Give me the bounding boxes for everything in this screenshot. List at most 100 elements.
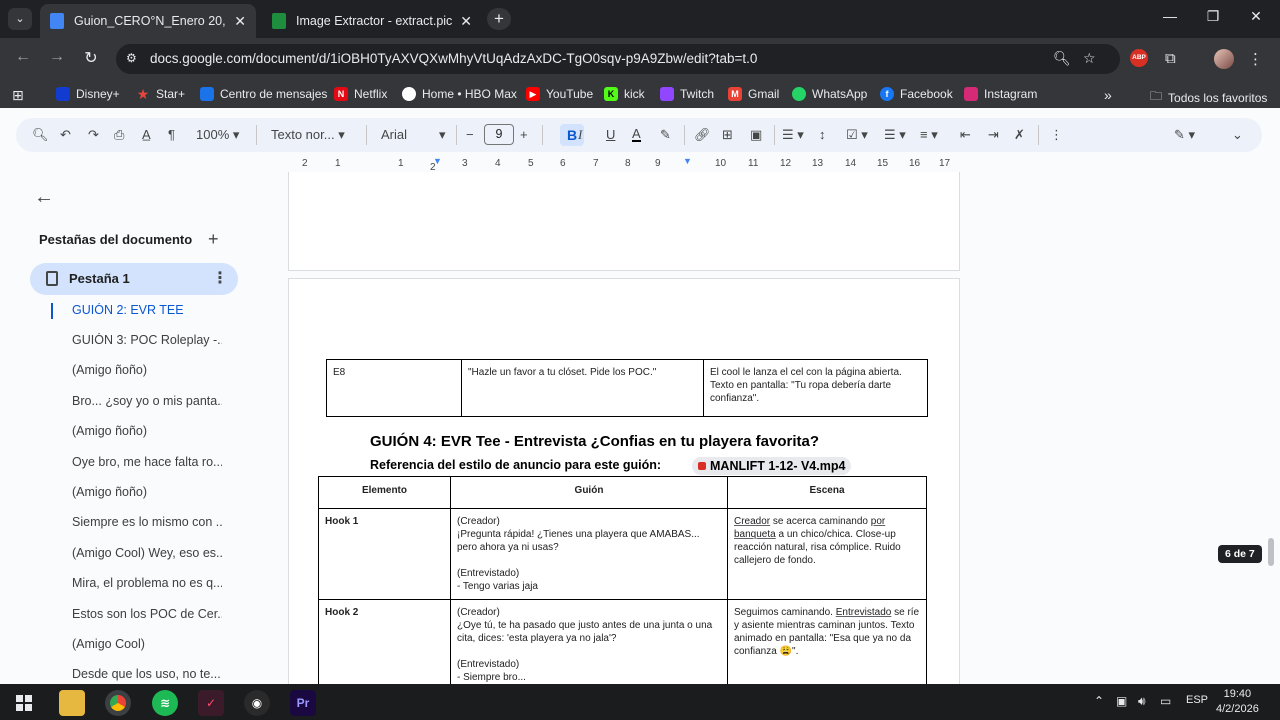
spotify-icon[interactable]: ≋ [152, 690, 178, 716]
table-cell-guion[interactable]: (Creador) ¡Pregunta rápida! ¿Tienes una … [450, 508, 728, 600]
bookmark-kick[interactable]: Kkick [604, 87, 645, 101]
adblock-extension-icon[interactable]: ABP [1130, 49, 1148, 67]
apps-grid-icon[interactable]: ⊞ [12, 87, 24, 104]
text-color-icon[interactable]: A [632, 127, 641, 142]
outline-item[interactable]: (Amigo Cool) Wey, eso es... [72, 546, 222, 560]
bookmark-star[interactable]: ★ Star+ [136, 87, 185, 101]
font-select[interactable]: Arial ▾ [381, 127, 446, 143]
site-info-icon[interactable]: ⚙ [126, 51, 140, 65]
increase-indent-icon[interactable]: ⇥ [988, 127, 999, 143]
bulleted-list-icon[interactable]: ☰ ▾ [884, 127, 906, 143]
add-comment-icon[interactable]: ⊞ [722, 127, 733, 143]
close-outline-icon[interactable]: ← [34, 186, 54, 209]
redo-icon[interactable]: ↷ [88, 127, 99, 143]
underline-button[interactable]: U [606, 127, 615, 142]
chrome-icon[interactable] [105, 690, 131, 716]
outline-item[interactable]: Estos son los POC de Cer... [72, 607, 222, 621]
search-menus-icon[interactable]: 🔍︎ [32, 127, 49, 143]
scrollbar-thumb[interactable] [1268, 538, 1274, 566]
tab-search-button[interactable]: ⌄ [8, 8, 32, 30]
outline-item[interactable]: (Amigo Cool) [72, 637, 222, 651]
back-icon[interactable]: ← [12, 48, 34, 66]
increase-font-icon[interactable]: + [520, 127, 528, 142]
tab-options-icon[interactable]: ⋮ [212, 268, 228, 288]
outline-item[interactable]: Desde que los uso, no te... [72, 667, 222, 681]
undo-icon[interactable]: ↶ [60, 127, 71, 143]
app-icon[interactable]: ✓ [198, 690, 224, 716]
highlight-icon[interactable]: ✎ [660, 127, 671, 143]
outline-item[interactable]: (Amigo ñoño) [72, 363, 222, 377]
outline-item[interactable]: (Amigo ñoño) [72, 424, 222, 438]
browser-menu-icon[interactable]: ⋮ [1248, 50, 1263, 68]
address-bar[interactable]: ⚙ docs.google.com/document/d/1iOBH0TyAXV… [116, 44, 1120, 74]
all-bookmarks-folder[interactable]: 🗀 Todos los favoritos [1150, 87, 1267, 108]
search-icon[interactable]: 🔍︎ [1053, 50, 1071, 67]
align-icon[interactable]: ☰ ▾ [782, 127, 804, 143]
insert-link-icon[interactable]: 🔗︎ [694, 127, 711, 143]
spellcheck-icon[interactable]: A̲ [142, 127, 151, 142]
numbered-list-icon[interactable]: ≡ ▾ [920, 127, 938, 143]
editing-mode-icon[interactable]: ✎ ▾ [1174, 127, 1195, 143]
outline-item[interactable]: Oye bro, me hace falta ro... [72, 455, 222, 469]
bookmark-centro-mensajes[interactable]: Centro de mensajes [200, 87, 327, 101]
document-tab-1[interactable]: Pestaña 1 ⋮ [30, 263, 238, 295]
more-bookmarks-icon[interactable]: » [1104, 87, 1112, 103]
browser-tab-extractor[interactable]: Image Extractor - extract.pics ✕ [262, 4, 482, 38]
browser-tab-docs[interactable]: Guion_CERO°N_Enero 20, 2026 ✕ [40, 4, 256, 38]
table-cell-guion[interactable]: "Hazle un favor a tu clóset. Pide los PO… [461, 359, 704, 417]
outline-item[interactable]: Mira, el problema no es q... [72, 576, 222, 590]
obs-icon[interactable]: ◉ [244, 690, 270, 716]
table-cell-escena[interactable]: Seguimos caminando. Entrevistado se ríe … [727, 599, 927, 691]
extensions-icon[interactable]: ⧉ [1165, 50, 1176, 67]
font-size-input[interactable]: 9 [484, 124, 514, 145]
checklist-icon[interactable]: ☑ ▾ [846, 127, 868, 143]
outline-item[interactable]: GUIÓN 3: POC Roleplay -... [72, 333, 222, 347]
system-clock[interactable]: 19:40 4/2/2026 [1216, 687, 1259, 717]
add-tab-button[interactable]: + [208, 229, 219, 250]
new-tab-button[interactable]: + [487, 8, 511, 30]
bookmark-gmail[interactable]: M Gmail [728, 87, 779, 101]
outline-item[interactable]: Bro... ¿soy yo o mis panta... [72, 394, 222, 408]
zoom-select[interactable]: 100% ▾ [196, 127, 239, 143]
forward-icon[interactable]: → [46, 48, 68, 66]
line-spacing-icon[interactable]: ↕ [819, 127, 826, 142]
bookmark-netflix[interactable]: N Netflix [334, 87, 387, 101]
hide-menus-icon[interactable]: ⌄ [1232, 127, 1243, 143]
file-explorer-icon[interactable] [59, 690, 85, 716]
outline-item[interactable]: Siempre es lo mismo con ... [72, 515, 222, 529]
outline-item[interactable]: (Amigo ñoño) [72, 485, 222, 499]
bookmark-youtube[interactable]: ▶ YouTube [526, 87, 593, 101]
right-indent-marker-icon[interactable]: ▼ [683, 156, 692, 166]
bookmark-star-icon[interactable]: ☆ [1083, 50, 1096, 67]
profile-avatar[interactable] [1214, 49, 1234, 69]
input-language[interactable]: ESP [1186, 694, 1208, 706]
video-file-chip[interactable]: MANLIFT 1-12- V4.mp4 [692, 457, 852, 475]
reload-icon[interactable]: ↻ [80, 48, 102, 68]
restore-icon[interactable]: ❐ [1201, 8, 1225, 25]
bookmark-whatsapp[interactable]: WhatsApp [792, 87, 867, 101]
decrease-indent-icon[interactable]: ⇤ [960, 127, 971, 143]
clear-formatting-icon[interactable]: ✗ [1014, 127, 1025, 143]
close-tab-icon[interactable]: ✕ [460, 13, 472, 30]
more-options-icon[interactable]: ⋮ [1050, 127, 1063, 143]
bookmark-facebook[interactable]: f Facebook [880, 87, 953, 101]
paint-format-icon[interactable]: ¶ [168, 127, 175, 142]
script-heading[interactable]: GUIÓN 4: EVR Tee - Entrevista ¿Confias e… [370, 433, 819, 450]
close-window-icon[interactable]: ✕ [1244, 8, 1268, 25]
table-cell-escena[interactable]: El cool le lanza el cel con la página ab… [703, 359, 928, 417]
table-cell-escena[interactable]: Creador se acerca caminando por banqueta… [727, 508, 927, 600]
insert-image-icon[interactable]: ▣ [750, 127, 762, 143]
bookmark-disney[interactable]: Disney+ [56, 87, 120, 101]
close-tab-icon[interactable]: ✕ [234, 13, 246, 30]
show-hidden-icons[interactable]: ⌃ [1094, 694, 1104, 708]
table-cell-element[interactable]: Hook 1 [318, 508, 451, 600]
tray-app-icon[interactable]: ▣ [1116, 694, 1127, 708]
network-icon[interactable]: ▭ [1160, 694, 1171, 708]
bookmark-instagram[interactable]: Instagram [964, 87, 1037, 101]
outline-item[interactable]: GUIÓN 2: EVR TEE [72, 303, 222, 317]
table-cell-element[interactable]: Hook 2 [318, 599, 451, 691]
print-icon[interactable]: ⎙ [114, 127, 124, 143]
volume-icon[interactable]: 🔊︎ [1138, 694, 1146, 709]
bookmark-twitch[interactable]: Twitch [660, 87, 714, 101]
decrease-font-icon[interactable]: − [466, 127, 474, 142]
